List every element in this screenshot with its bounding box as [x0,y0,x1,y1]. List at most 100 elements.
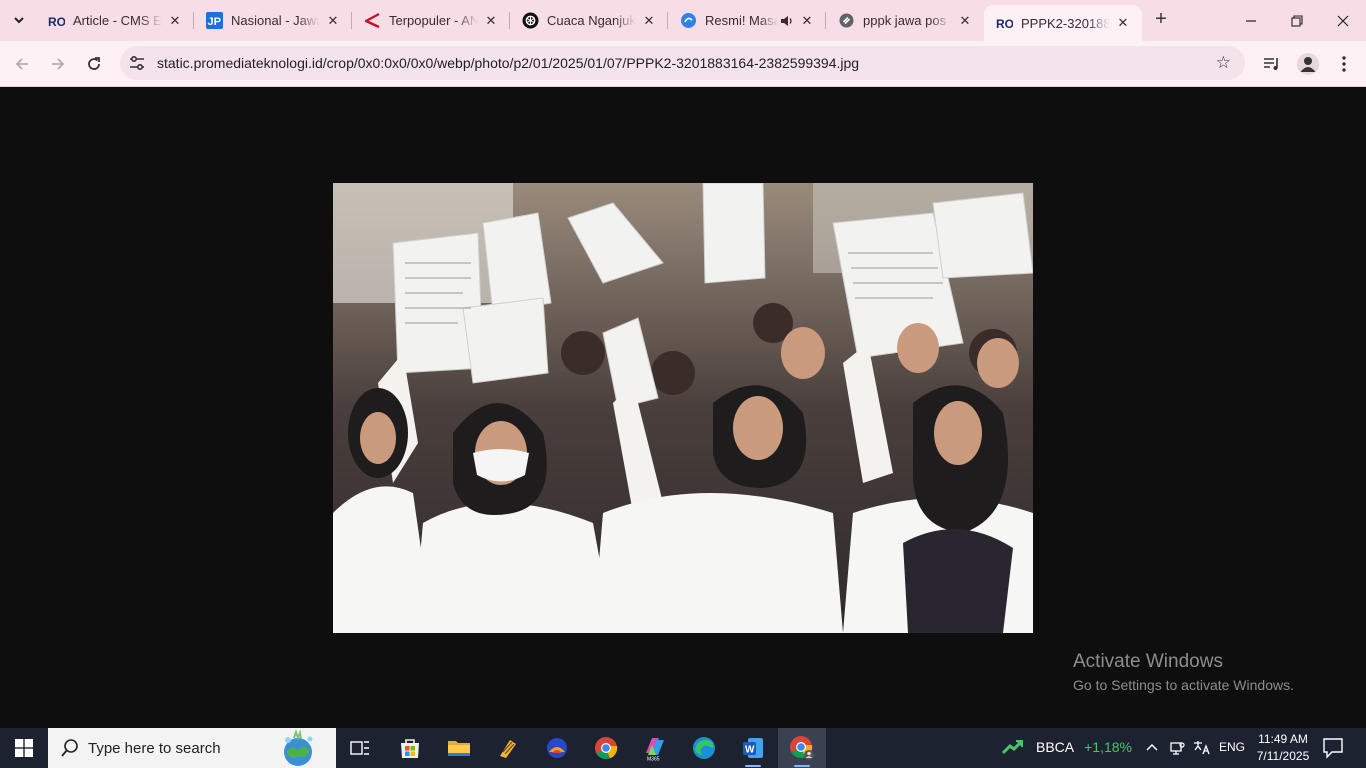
profile-avatar[interactable] [1295,51,1321,77]
search-highlight-icon[interactable] [274,730,322,766]
notification-icon [1323,738,1343,759]
svg-text:JP: JP [208,16,221,28]
edge-page-icon [680,12,697,29]
search-icon [61,739,78,757]
link-icon [838,12,855,29]
tab-nasional-jawa[interactable]: JP Nasional - Jawa ✕ [194,0,352,41]
close-icon[interactable]: ✕ [324,12,342,30]
task-view-button[interactable] [336,728,384,768]
tab-cuaca-nganjuk[interactable]: Cuaca Nganjuk ✕ [510,0,668,41]
media-controls-button[interactable] [1259,51,1285,77]
displayed-photo[interactable] [333,183,1033,633]
show-hidden-icons-button[interactable] [1145,740,1159,757]
restore-button[interactable] [1274,0,1320,41]
minimize-button[interactable] [1228,0,1274,41]
tab-pppk2-image[interactable]: RO PPPK2-3201883 ✕ [984,5,1142,41]
chrome-active-window-button[interactable] [778,728,826,768]
file-explorer-button[interactable] [435,728,483,768]
avatar-icon [1297,53,1319,75]
start-button[interactable] [0,728,48,768]
site-info-icon[interactable] [128,54,146,72]
close-icon[interactable]: ✕ [798,12,816,30]
svg-text:RO: RO [48,15,65,27]
tab-terpopuler[interactable]: Terpopuler - AN ✕ [352,0,510,41]
reload-icon [88,57,100,70]
svg-text:W: W [745,745,755,756]
network-status[interactable] [1169,740,1185,759]
back-button[interactable] [8,50,36,78]
tab-strip: RO Article - CMS ED ✕ JP Nasional - Jawa… [0,0,1366,41]
tab-pppk-jawa-pos[interactable]: pppk jawa pos - ✕ [826,0,984,41]
tab-title: Terpopuler - AN [389,13,478,28]
system-clock[interactable]: 11:49 AM 7/11/2025 [1248,731,1318,765]
sticky-app-button[interactable] [484,728,532,768]
chrome-taskbar-button[interactable] [582,728,630,768]
stock-widget[interactable]: BBCA +1,18% [1002,739,1132,755]
activate-subtitle: Go to Settings to activate Windows. [1073,677,1294,693]
chrome-profile-icon [790,736,814,760]
openai-logo-icon [522,12,539,29]
tab-article-cms[interactable]: RO Article - CMS ED ✕ [36,0,194,41]
tab-title: PPPK2-3201883 [1021,15,1110,31]
word-button[interactable]: W [729,728,777,768]
edge-icon [693,737,715,759]
search-placeholder: Type here to search [88,740,221,757]
activate-windows-watermark: Activate Windows Go to Settings to activ… [1073,651,1294,693]
store-icon [401,739,419,758]
ro-logo-icon: RO [48,12,65,29]
taskbar-search-box[interactable]: Type here to search [48,728,336,768]
photo-illustration [333,183,1033,633]
microsoft-store-button[interactable] [386,728,434,768]
tab-title: Cuaca Nganjuk [547,13,636,28]
svg-text:RO: RO [996,17,1013,29]
new-tab-button[interactable]: + [1149,8,1173,32]
network-icon [1170,742,1185,755]
tab-list: RO Article - CMS ED ✕ JP Nasional - Jawa… [36,0,1142,41]
speaker-icon[interactable] [780,14,794,28]
stock-ticker-name: BBCA [1036,739,1075,755]
url-text[interactable]: static.promediateknologi.id/crop/0x0:0x0… [157,55,859,71]
edge-button[interactable] [680,728,728,768]
close-window-button[interactable] [1320,0,1366,41]
tab-title: pppk jawa pos - [863,13,952,28]
close-icon[interactable]: ✕ [1114,14,1132,32]
browser-menu-button[interactable] [1331,51,1357,77]
restore-icon [1291,14,1303,27]
stock-change: +1,18% [1084,739,1132,755]
clock-time: 11:49 AM [1258,732,1308,746]
windows-taskbar: Type here to search M365 W BBCA +1,18% E… [0,728,1366,768]
ime-indicator[interactable] [1192,740,1210,759]
close-icon[interactable]: ✕ [166,12,184,30]
media-queue-icon [1264,58,1278,70]
notification-center-button[interactable] [1320,737,1346,759]
chevron-down-icon [14,17,24,24]
m365-icon: M365 [646,738,664,761]
tab-search-button[interactable] [6,7,32,33]
tab-title: Article - CMS ED [73,13,162,28]
antara-logo-icon [364,12,381,29]
keyboard-ime-icon [1194,741,1210,755]
language-indicator[interactable]: ENG [1219,740,1245,754]
close-icon [1337,15,1349,26]
close-icon[interactable]: ✕ [956,12,974,30]
browser-toolbar: static.promediateknologi.id/crop/0x0:0x0… [0,41,1366,87]
bookmark-star-icon[interactable]: ☆ [1216,53,1231,73]
tab-title: Nasional - Jawa [231,13,320,28]
address-bar[interactable]: static.promediateknologi.id/crop/0x0:0x0… [120,46,1245,80]
close-icon[interactable]: ✕ [640,12,658,30]
m365-button[interactable]: M365 [631,728,679,768]
arrow-right-icon [52,58,65,70]
windows-logo-icon [15,739,33,757]
close-icon[interactable]: ✕ [482,12,500,30]
pencil-app-icon [500,740,516,758]
task-view-icon [350,741,369,755]
arrow-left-icon [15,58,28,70]
tab-resmi-masa[interactable]: Resmi! Masa ✕ [668,0,826,41]
folder-icon [448,741,470,756]
reload-button[interactable] [80,50,108,78]
forward-button[interactable] [44,50,72,78]
activate-title: Activate Windows [1073,651,1223,672]
jp-logo-icon: JP [206,12,223,29]
tab-title: Resmi! Masa [705,13,778,28]
chat-app-button[interactable] [533,728,581,768]
